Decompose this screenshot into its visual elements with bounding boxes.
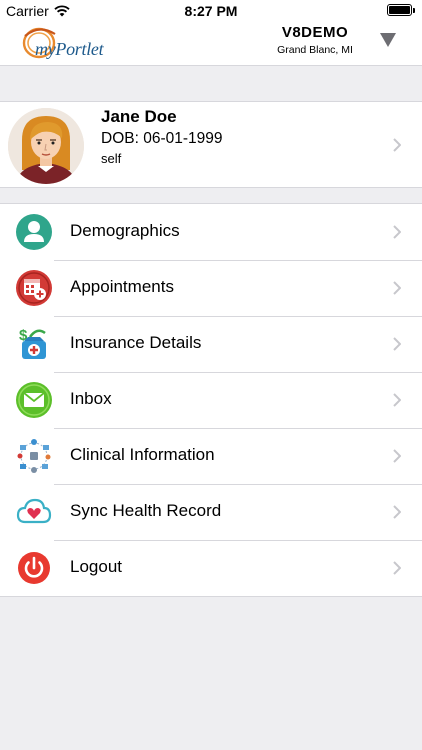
menu-item-logout[interactable]: Logout — [0, 540, 422, 596]
chevron-right-icon — [393, 281, 401, 295]
chevron-right-icon — [393, 138, 401, 152]
patient-relation: self — [101, 151, 122, 166]
logo-text: myPortlet — [35, 39, 104, 59]
battery-icon — [387, 4, 415, 16]
chevron-right-icon — [393, 505, 401, 519]
menu-label: Insurance Details — [70, 333, 202, 352]
calendar-add-icon — [16, 270, 52, 306]
app-logo: myPortlet — [20, 22, 110, 64]
account-location: Grand Blanc, MI — [277, 44, 353, 56]
patient-name: Jane Doe — [101, 107, 177, 126]
menu-label: Sync Health Record — [70, 501, 222, 520]
cloud-heart-icon — [16, 498, 52, 524]
menu-item-demographics[interactable]: Demographics — [0, 204, 422, 260]
menu-label: Inbox — [70, 389, 112, 408]
menu-item-sync-health-record[interactable]: Sync Health Record — [0, 484, 422, 540]
chevron-right-icon — [393, 449, 401, 463]
power-icon — [18, 552, 50, 584]
menu-item-insurance-details[interactable]: $ Insurance Details — [0, 316, 422, 372]
chevron-right-icon — [393, 337, 401, 351]
insurance-kit-icon: $ — [19, 327, 46, 359]
avatar-illustration — [8, 108, 84, 184]
avatar — [8, 108, 84, 184]
menu-label: Clinical Information — [70, 445, 215, 464]
menu-item-inbox[interactable]: Inbox — [0, 372, 422, 428]
patient-dob: DOB: 06-01-1999 — [101, 130, 223, 147]
status-time: 8:27 PM — [184, 3, 238, 19]
chevron-right-icon — [393, 225, 401, 239]
menu-item-appointments[interactable]: Appointments — [0, 260, 422, 316]
clinical-network-icon — [17, 439, 51, 473]
menu-label: Appointments — [70, 277, 174, 296]
person-icon — [16, 214, 52, 250]
menu-item-clinical-information[interactable]: Clinical Information — [0, 428, 422, 484]
chevron-right-icon — [393, 561, 401, 575]
menu-label: Logout — [70, 557, 122, 576]
chevron-right-icon — [393, 393, 401, 407]
menu-label: Demographics — [70, 221, 180, 240]
account-name: V8DEMO — [281, 24, 349, 41]
dropdown-triangle-icon[interactable] — [380, 33, 396, 47]
status-bar: Carrier 8:27 PM — [0, 0, 422, 22]
envelope-icon — [16, 382, 52, 418]
profile-card[interactable]: Jane Doe DOB: 06-01-1999 self — [0, 101, 422, 188]
account-selector[interactable]: V8DEMO Grand Blanc, MI — [262, 24, 368, 56]
main-menu: Demographics Appointments $ Insurance De… — [0, 203, 422, 597]
app-header: myPortlet V8DEMO Grand Blanc, MI — [0, 22, 422, 66]
